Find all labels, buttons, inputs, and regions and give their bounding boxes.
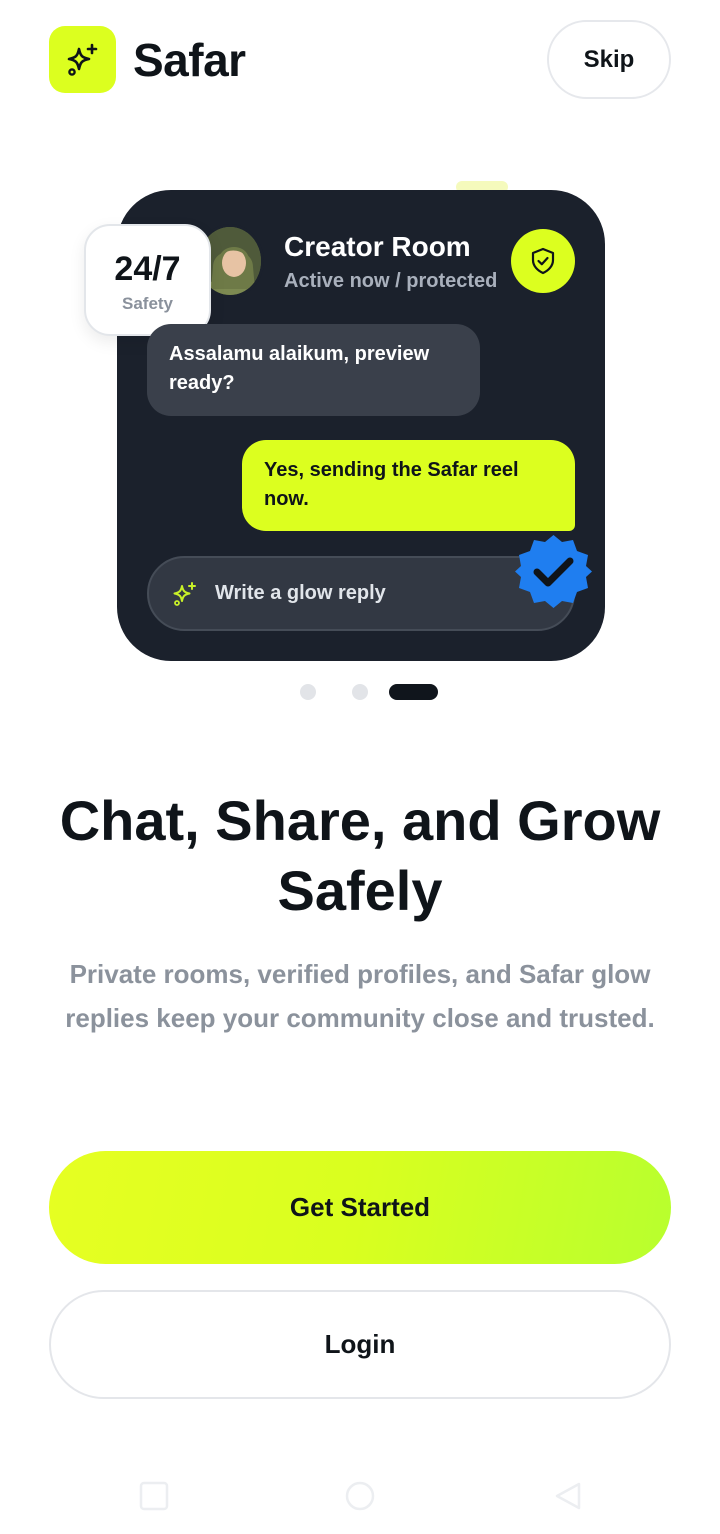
security-button[interactable] (511, 229, 575, 293)
pager-dot-1[interactable] (300, 684, 316, 700)
safety-value: 24/7 (114, 250, 181, 288)
pager-dot-2[interactable] (352, 684, 368, 700)
back-icon[interactable] (552, 1480, 584, 1512)
recents-icon[interactable] (138, 1480, 170, 1512)
safety-label: Safety (121, 294, 174, 313)
onboarding-description: Private rooms, verified profiles, and Sa… (65, 959, 655, 1033)
get-started-button[interactable]: Get Started (49, 1151, 671, 1264)
brand-name: Safar (133, 34, 246, 86)
incoming-message: Assalamu alaikum, preview ready? (147, 324, 480, 416)
shield-check-icon (531, 247, 555, 275)
room-status: Active now / protected (284, 270, 498, 292)
pager-dot-3-active[interactable] (389, 684, 438, 700)
room-title: Creator Room (284, 231, 471, 262)
sparkle-icon (173, 581, 196, 606)
skip-button[interactable]: Skip (547, 20, 671, 99)
reply-input[interactable]: Write a glow reply (147, 556, 575, 631)
sparkle-icon (67, 43, 97, 76)
safety-badge: 24/7 Safety (84, 224, 211, 336)
verified-badge-icon (515, 535, 592, 608)
reply-placeholder: Write a glow reply (215, 582, 386, 604)
app-logo (49, 26, 116, 93)
onboarding-headline: Chat, Share, and Grow Safely (59, 789, 661, 922)
home-icon[interactable] (344, 1480, 376, 1512)
login-button[interactable]: Login (49, 1290, 671, 1399)
outgoing-message: Yes, sending the Safar reel now. (242, 440, 575, 531)
